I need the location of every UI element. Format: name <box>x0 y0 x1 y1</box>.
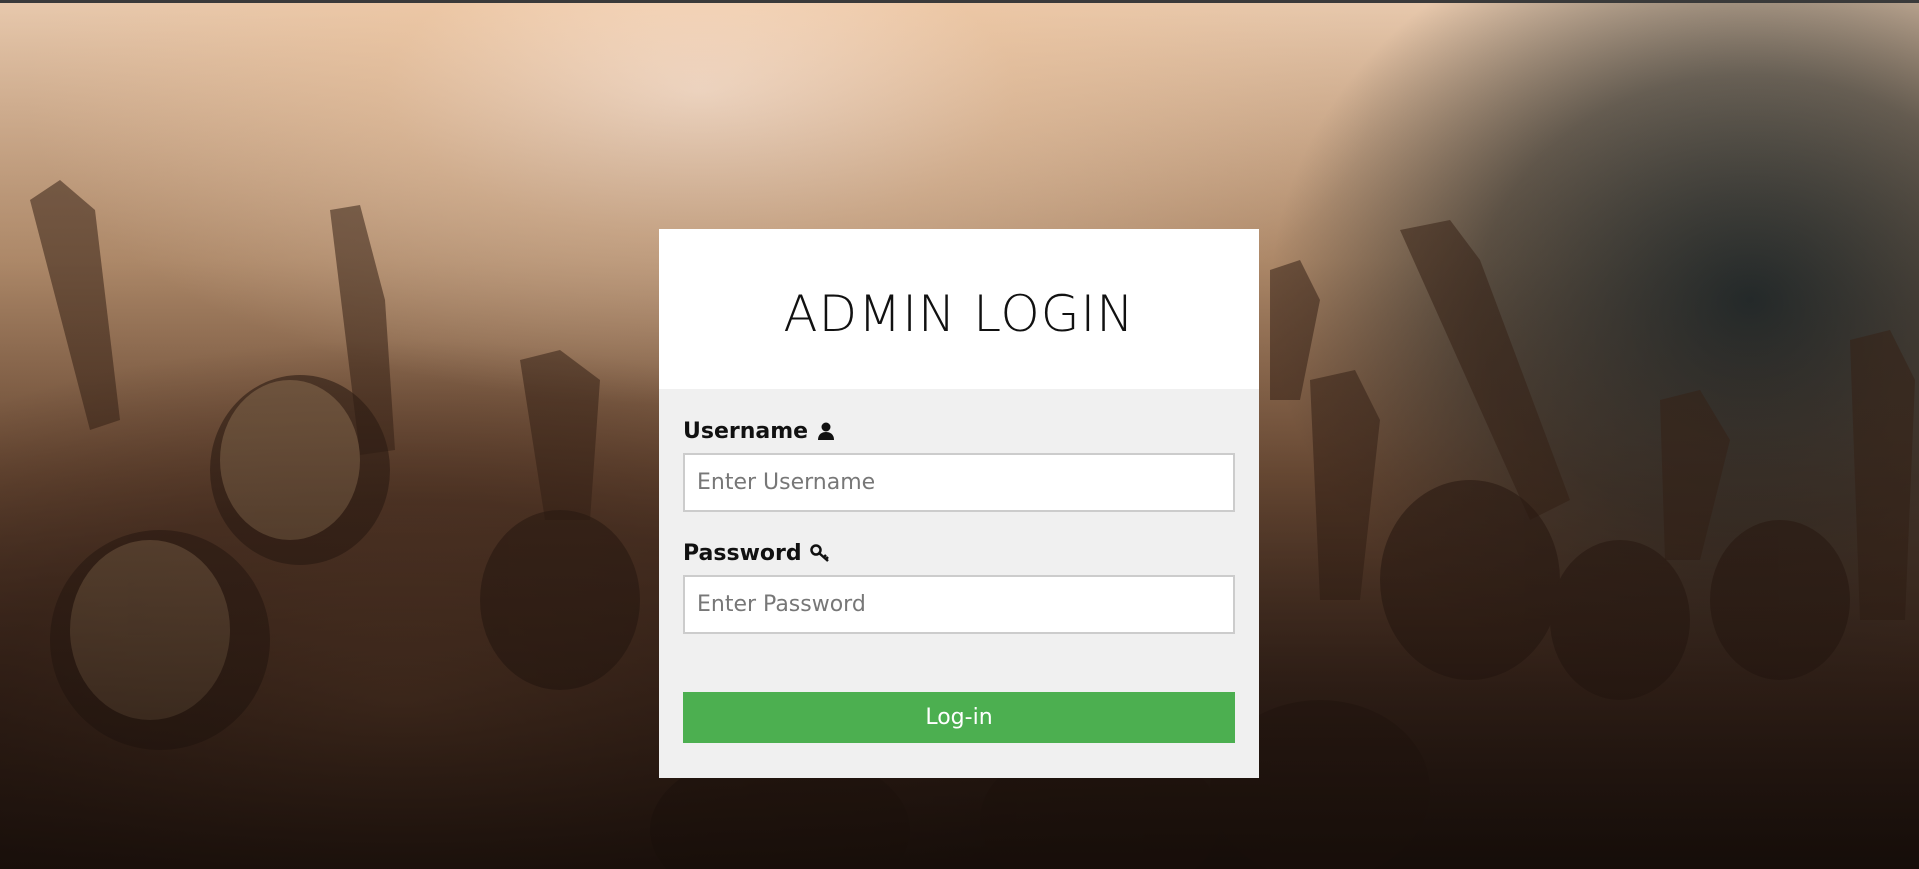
username-label-row: Username <box>683 389 1235 446</box>
login-card: ADMIN LOGIN Username Password <box>659 229 1259 778</box>
login-card-header: ADMIN LOGIN <box>659 229 1259 389</box>
password-input[interactable] <box>683 575 1235 634</box>
password-label-row: Password <box>683 512 1235 568</box>
login-button[interactable]: Log-in <box>683 692 1235 743</box>
login-form: Username Password <box>659 389 1259 778</box>
user-icon <box>816 421 836 441</box>
top-border <box>0 0 1919 3</box>
username-input[interactable] <box>683 453 1235 512</box>
page-title: ADMIN LOGIN <box>783 285 1135 343</box>
username-label: Username <box>683 418 809 444</box>
password-label: Password <box>683 540 802 566</box>
login-page: ADMIN LOGIN Username Password <box>0 0 1919 869</box>
key-icon <box>809 543 830 563</box>
